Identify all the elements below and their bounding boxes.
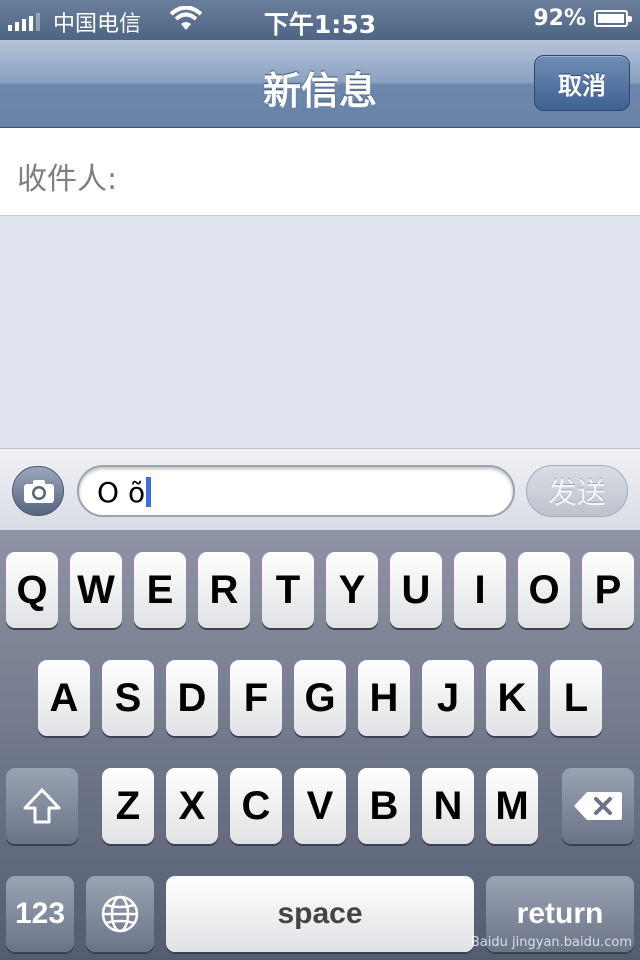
- keyboard: Q W E R T Y U I O P A S D F G H J K L Z …: [0, 530, 640, 960]
- key-b[interactable]: B: [358, 768, 410, 844]
- recipient-field[interactable]: 收件人:: [0, 128, 640, 216]
- conversation-area: [0, 216, 640, 448]
- send-button[interactable]: 发送: [526, 465, 628, 517]
- key-o[interactable]: O: [518, 552, 570, 628]
- watermark-url: jingyan.baidu.com: [512, 935, 632, 950]
- camera-icon: [24, 480, 54, 503]
- watermark-logo: Baidu: [470, 935, 508, 950]
- recipient-label: 收件人:: [17, 162, 118, 197]
- backspace-key[interactable]: [562, 768, 634, 844]
- compose-bar: O õ 发送: [0, 448, 640, 530]
- text-cursor: [146, 477, 152, 507]
- key-n[interactable]: N: [422, 768, 474, 844]
- key-z[interactable]: Z: [102, 768, 154, 844]
- watermark: Baidu jingyan.baidu.com: [471, 935, 632, 950]
- key-k[interactable]: K: [486, 660, 538, 736]
- battery-percent: 92%: [533, 6, 586, 31]
- camera-button[interactable]: [12, 466, 64, 516]
- globe-key[interactable]: [86, 876, 154, 952]
- key-m[interactable]: M: [486, 768, 538, 844]
- message-text: O õ: [97, 476, 146, 509]
- navigation-bar: 新信息 取消: [0, 40, 640, 128]
- shift-icon: [23, 788, 61, 824]
- key-d[interactable]: D: [166, 660, 218, 736]
- key-w[interactable]: W: [70, 552, 122, 628]
- key-u[interactable]: U: [390, 552, 442, 628]
- space-key[interactable]: space: [166, 876, 474, 952]
- status-bar: 中国电信 下午1:53 92%: [0, 0, 640, 40]
- key-j[interactable]: J: [422, 660, 474, 736]
- key-p[interactable]: P: [582, 552, 634, 628]
- key-a[interactable]: A: [38, 660, 90, 736]
- shift-key[interactable]: [6, 768, 78, 844]
- key-e[interactable]: E: [134, 552, 186, 628]
- key-h[interactable]: H: [358, 660, 410, 736]
- key-y[interactable]: Y: [326, 552, 378, 628]
- numbers-key[interactable]: 123: [6, 876, 74, 952]
- key-g[interactable]: G: [294, 660, 346, 736]
- battery-icon: [594, 10, 632, 27]
- globe-icon: [101, 895, 139, 933]
- backspace-icon: [574, 792, 622, 820]
- key-r[interactable]: R: [198, 552, 250, 628]
- key-v[interactable]: V: [294, 768, 346, 844]
- cancel-button[interactable]: 取消: [534, 55, 630, 111]
- key-q[interactable]: Q: [6, 552, 58, 628]
- key-x[interactable]: X: [166, 768, 218, 844]
- key-i[interactable]: I: [454, 552, 506, 628]
- key-f[interactable]: F: [230, 660, 282, 736]
- key-c[interactable]: C: [230, 768, 282, 844]
- key-t[interactable]: T: [262, 552, 314, 628]
- key-l[interactable]: L: [550, 660, 602, 736]
- key-s[interactable]: S: [102, 660, 154, 736]
- message-input[interactable]: O õ: [77, 465, 515, 517]
